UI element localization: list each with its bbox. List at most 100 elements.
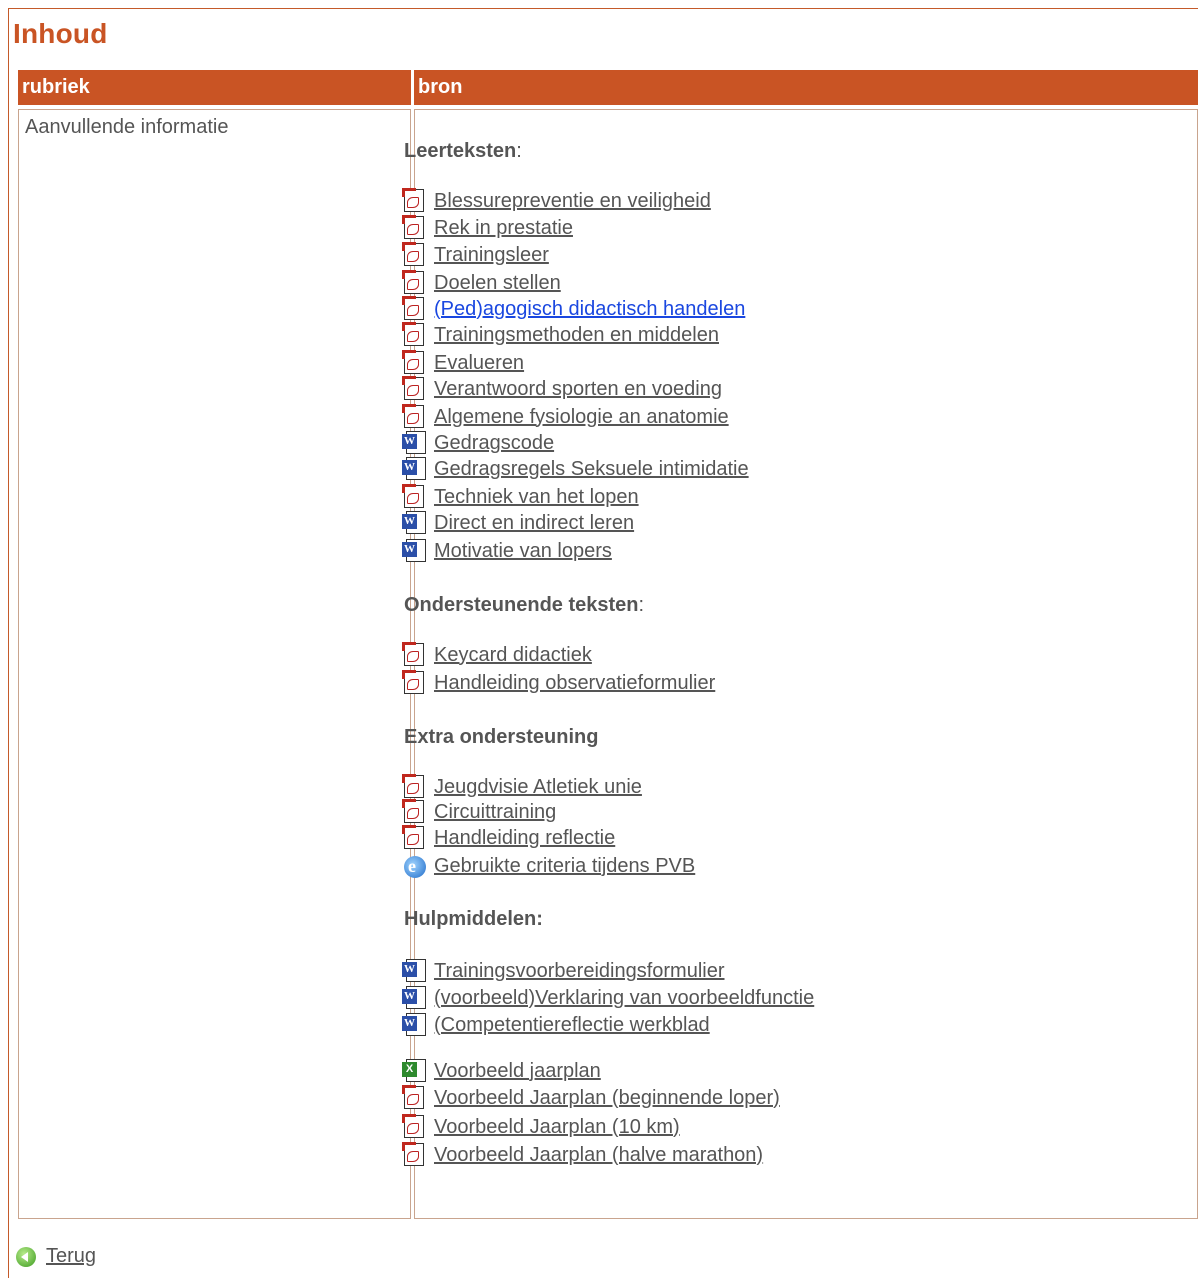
document-link[interactable]: W Motivatie van lopers: [402, 538, 612, 564]
document-link-label[interactable]: Handleiding observatieformulier: [434, 672, 715, 695]
pdf-icon: [402, 350, 430, 376]
column-header-bron: bron: [414, 70, 1198, 105]
document-link[interactable]: W Gedragscode: [402, 430, 554, 456]
document-link[interactable]: Rek in prestatie: [402, 215, 573, 241]
pdf-icon: [402, 322, 430, 348]
document-link-label[interactable]: Algemene fysiologie an anatomie: [434, 406, 729, 429]
pdf-icon: [402, 670, 430, 696]
document-link[interactable]: Jeugdvisie Atletiek unie: [402, 774, 642, 800]
document-link[interactable]: W Trainingsvoorbereidingsformulier: [402, 958, 725, 984]
document-link-label[interactable]: Circuittraining: [434, 801, 556, 824]
document-link-label[interactable]: Gedragsregels Seksuele intimidatie: [434, 458, 749, 481]
ie-icon: e: [402, 853, 430, 879]
document-link[interactable]: Voorbeeld Jaarplan (10 km): [402, 1114, 680, 1140]
document-link-label[interactable]: Trainingsleer: [434, 244, 549, 267]
column-header-rubriek: rubriek: [18, 70, 411, 105]
document-link[interactable]: (Ped)agogisch didactisch handelen: [402, 296, 745, 322]
content-table: rubriek bron Aanvullende informatie: [16, 68, 1198, 1222]
document-link[interactable]: Doelen stellen: [402, 270, 561, 296]
document-link[interactable]: Trainingsleer: [402, 242, 549, 268]
document-link-label[interactable]: Techniek van het lopen: [434, 486, 639, 509]
document-link[interactable]: Handleiding reflectie: [402, 825, 615, 851]
section-title-text: Leerteksten: [404, 140, 517, 162]
document-link[interactable]: W Direct en indirect leren: [402, 510, 634, 536]
section-title: Leerteksten:: [404, 140, 522, 163]
pdf-icon: [402, 270, 430, 296]
document-link-label[interactable]: Jeugdvisie Atletiek unie: [434, 776, 642, 799]
pdf-icon: [402, 799, 430, 825]
section-title-colon: :: [638, 594, 645, 616]
back-arrow-icon: [16, 1246, 36, 1267]
pdf-icon: [402, 825, 430, 851]
document-link-label[interactable]: Rek in prestatie: [434, 217, 573, 240]
document-link-label[interactable]: Voorbeeld jaarplan: [434, 1060, 601, 1083]
document-link[interactable]: Keycard didactiek: [402, 642, 592, 668]
page-title: Inhoud: [13, 18, 108, 49]
document-link-label[interactable]: Motivatie van lopers: [434, 540, 612, 563]
word-icon: W: [402, 1012, 430, 1038]
pdf-icon: [402, 376, 430, 402]
document-link[interactable]: Circuittraining: [402, 799, 556, 825]
document-link[interactable]: W (voorbeeld)Verklaring van voorbeeldfunc…: [402, 985, 814, 1011]
document-link[interactable]: Blessurepreventie en veiligheid: [402, 188, 711, 214]
document-link-label[interactable]: Doelen stellen: [434, 272, 561, 295]
document-link-label[interactable]: Voorbeeld Jaarplan (halve marathon): [434, 1144, 763, 1167]
section-title: Ondersteunende teksten:: [404, 594, 644, 617]
pdf-icon: [402, 404, 430, 430]
word-icon: W: [402, 510, 430, 536]
pdf-icon: [402, 1085, 430, 1111]
document-link-label[interactable]: Voorbeeld Jaarplan (10 km): [434, 1116, 680, 1139]
excel-icon: X: [402, 1058, 430, 1084]
word-icon: W: [402, 958, 430, 984]
section-title-colon: :: [516, 140, 522, 162]
document-link-label[interactable]: Keycard didactiek: [434, 644, 592, 667]
document-link-label[interactable]: Evalueren: [434, 352, 524, 375]
document-link-label[interactable]: Verantwoord sporten en voeding: [434, 378, 722, 401]
pdf-icon: [402, 242, 430, 268]
pdf-icon: [402, 296, 430, 322]
section-title: Extra ondersteuning: [404, 726, 598, 749]
word-icon: W: [402, 430, 430, 456]
pdf-icon: [402, 774, 430, 800]
pdf-icon: [402, 484, 430, 510]
document-link[interactable]: Verantwoord sporten en voeding: [402, 376, 722, 402]
word-icon: W: [402, 456, 430, 482]
document-link[interactable]: e Gebruikte criteria tijdens PVB: [402, 853, 695, 879]
document-link[interactable]: X Voorbeeld jaarplan: [402, 1058, 601, 1084]
pdf-icon: [402, 642, 430, 668]
section-title-text: Extra ondersteuning: [404, 726, 599, 748]
document-link[interactable]: Voorbeeld Jaarplan (halve marathon): [402, 1142, 763, 1168]
document-link[interactable]: Handleiding observatieformulier: [402, 670, 715, 696]
document-link[interactable]: Trainingsmethoden en middelen: [402, 322, 719, 348]
word-icon: W: [402, 985, 430, 1011]
section-title-text: Ondersteunende teksten: [404, 594, 639, 616]
document-link-label[interactable]: Direct en indirect leren: [434, 512, 634, 535]
document-link[interactable]: W Gedragsregels Seksuele intimidatie: [402, 456, 749, 482]
document-link-label[interactable]: Trainingsmethoden en middelen: [434, 324, 719, 347]
back-link[interactable]: Terug: [16, 1245, 96, 1268]
document-link[interactable]: Techniek van het lopen: [402, 484, 639, 510]
document-link-label[interactable]: Gedragscode: [434, 432, 554, 455]
section-title-text: Hulpmiddelen:: [404, 908, 543, 930]
word-icon: W: [402, 538, 430, 564]
document-link-label[interactable]: (Competentiereflectie werkblad: [434, 1014, 710, 1037]
document-link-label[interactable]: Blessurepreventie en veiligheid: [434, 190, 711, 213]
document-link[interactable]: W (Competentiereflectie werkblad: [402, 1012, 710, 1038]
pdf-icon: [402, 188, 430, 214]
document-link-label[interactable]: Handleiding reflectie: [434, 827, 615, 850]
document-link-label[interactable]: Voorbeeld Jaarplan (beginnende loper): [434, 1087, 780, 1110]
pdf-icon: [402, 215, 430, 241]
document-link[interactable]: Evalueren: [402, 350, 524, 376]
back-link-label[interactable]: Terug: [46, 1245, 96, 1268]
document-link-label[interactable]: (voorbeeld)Verklaring van voorbeeldfunct…: [434, 987, 814, 1010]
rubriek-value: Aanvullende informatie: [25, 116, 229, 138]
document-link[interactable]: Algemene fysiologie an anatomie: [402, 404, 729, 430]
document-link-label[interactable]: Trainingsvoorbereidingsformulier: [434, 960, 725, 983]
document-link-label[interactable]: (Ped)agogisch didactisch handelen: [434, 298, 745, 321]
pdf-icon: [402, 1114, 430, 1140]
pdf-icon: [402, 1142, 430, 1168]
document-link-label[interactable]: Gebruikte criteria tijdens PVB: [434, 855, 695, 878]
document-link[interactable]: Voorbeeld Jaarplan (beginnende loper): [402, 1085, 780, 1111]
rubriek-cell: Aanvullende informatie: [18, 109, 411, 1219]
section-title: Hulpmiddelen:: [404, 908, 543, 931]
